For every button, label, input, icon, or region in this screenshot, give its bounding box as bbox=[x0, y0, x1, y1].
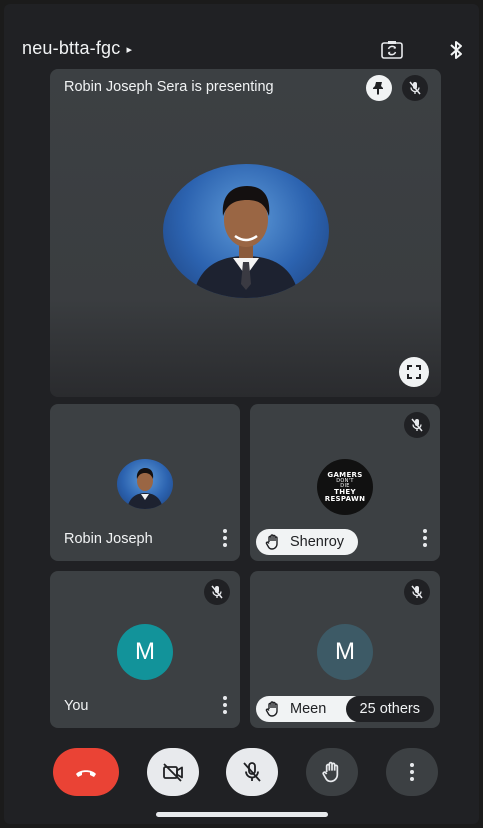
participant-name: Meen bbox=[290, 701, 327, 717]
others-count-button[interactable]: 25 others bbox=[345, 696, 434, 722]
fullscreen-icon[interactable] bbox=[399, 357, 429, 387]
hand-icon bbox=[265, 701, 278, 717]
top-bar: neu-btta-fgc ▸ bbox=[4, 34, 479, 66]
presenting-label: Robin Joseph Sera is presenting bbox=[64, 79, 274, 95]
hand-icon bbox=[265, 534, 278, 550]
hand-icon bbox=[322, 761, 339, 783]
switch-camera-icon[interactable] bbox=[380, 38, 404, 62]
participant-avatar bbox=[117, 459, 173, 509]
meeting-code-button[interactable]: neu-btta-fgc ▸ bbox=[22, 38, 132, 59]
mic-off-icon bbox=[243, 762, 261, 782]
participant-avatar: GAMERS DON'T DIE THEY RESPAWN bbox=[317, 459, 373, 515]
participant-name: Robin Joseph bbox=[64, 531, 153, 547]
meet-screen: neu-btta-fgc ▸ Robin Joseph Sera is pres… bbox=[4, 4, 479, 824]
home-indicator[interactable] bbox=[156, 812, 328, 817]
mic-off-icon bbox=[402, 75, 428, 101]
participant-tile[interactable]: M You bbox=[50, 571, 240, 728]
phone-hangup-icon bbox=[76, 770, 96, 777]
participant-avatar: M bbox=[117, 624, 173, 680]
more-vert-icon bbox=[405, 761, 419, 783]
more-vert-icon[interactable] bbox=[218, 694, 232, 716]
videocam-off-icon bbox=[163, 763, 183, 782]
mic-off-icon bbox=[204, 579, 230, 605]
end-call-button[interactable] bbox=[53, 748, 119, 796]
bluetooth-icon[interactable] bbox=[444, 38, 468, 62]
call-controls bbox=[4, 748, 479, 802]
participant-name: Shenroy bbox=[290, 534, 345, 550]
participant-tile[interactable]: M Meen 25 others bbox=[250, 571, 440, 728]
camera-off-button[interactable] bbox=[147, 748, 199, 796]
participant-tile[interactable]: Robin Joseph bbox=[50, 404, 240, 561]
pin-icon[interactable] bbox=[366, 75, 392, 101]
raise-hand-button[interactable] bbox=[306, 748, 358, 796]
hand-raised-badge: Shenroy bbox=[256, 529, 359, 555]
mic-off-button[interactable] bbox=[226, 748, 278, 796]
chevron-right-icon: ▸ bbox=[126, 44, 133, 56]
mic-off-icon bbox=[404, 579, 430, 605]
more-vert-icon[interactable] bbox=[218, 527, 232, 549]
more-options-button[interactable] bbox=[386, 748, 438, 796]
mic-off-icon bbox=[404, 412, 430, 438]
participant-tile[interactable]: GAMERS DON'T DIE THEY RESPAWN Shenroy bbox=[250, 404, 440, 561]
participant-avatar: M bbox=[317, 624, 373, 680]
participant-name: You bbox=[64, 698, 89, 714]
presenter-avatar bbox=[163, 164, 329, 298]
more-vert-icon[interactable] bbox=[418, 527, 432, 549]
meeting-code: neu-btta-fgc bbox=[22, 38, 121, 58]
presenter-tile[interactable]: Robin Joseph Sera is presenting bbox=[50, 69, 441, 397]
